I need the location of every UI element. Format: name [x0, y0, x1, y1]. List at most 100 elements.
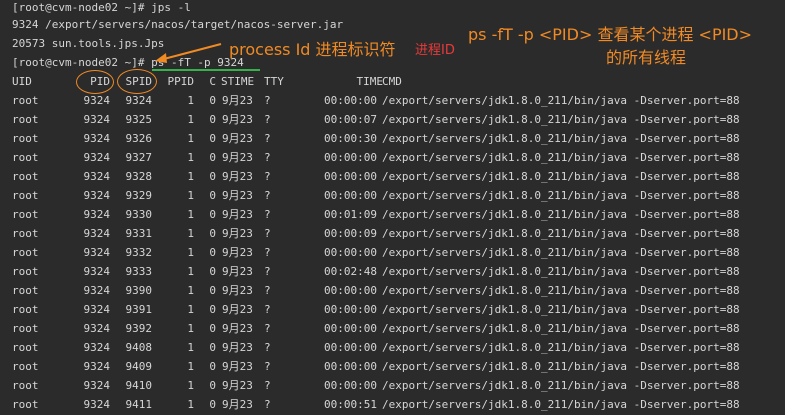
- cell-uid: root: [12, 227, 39, 240]
- cell-time: 00:00:00: [324, 94, 377, 107]
- cell-time: 00:00:30: [324, 132, 377, 145]
- cell-c: 0: [209, 208, 216, 221]
- table-row: root 9324 9333 1 0 9月23? 00:02:48/export/serve…: [0, 262, 785, 281]
- cell-spid: 9390: [125, 284, 153, 297]
- cell-stime: 9月23: [222, 113, 253, 126]
- cell-tty: ?: [264, 360, 271, 373]
- command-note-annotation: ps -fT -p <PID> 查看某个进程 <PID>: [468, 25, 753, 44]
- cell-uid: root: [12, 132, 39, 145]
- cell-pid: 9324: [83, 398, 111, 411]
- cell-c: 0: [209, 379, 216, 392]
- cell-spid: 9408: [125, 341, 153, 354]
- cell-uid: root: [12, 170, 39, 183]
- cell-cmd: /export/servers/jdk1.8.0_211/bin/java -D…: [382, 170, 740, 183]
- cell-stime: 9月23: [222, 398, 253, 411]
- cell-uid: root: [12, 303, 39, 316]
- table-row: root 9324 9331 1 0 9月23? 00:00:09/export/serve…: [0, 224, 785, 243]
- table-row: root 9324 9330 1 0 9月23? 00:01:09/export/serve…: [0, 205, 785, 224]
- process-id-cn-annotation: 进程ID: [415, 43, 455, 58]
- cell-ppid: 1: [187, 94, 194, 107]
- cell-stime: 9月23: [222, 227, 253, 240]
- cell-tty: ?: [264, 284, 271, 297]
- cell-tty: ?: [264, 151, 271, 164]
- cell-ppid: 1: [187, 151, 194, 164]
- cell-cmd: /export/servers/jdk1.8.0_211/bin/java -D…: [382, 246, 740, 259]
- cell-ppid: 1: [187, 303, 194, 316]
- cell-uid: root: [12, 360, 39, 373]
- table-row: root 9324 9409 1 0 9月23? 00:00:00/export/serve…: [0, 357, 785, 376]
- cell-spid: 9325: [125, 113, 153, 126]
- cell-c: 0: [209, 398, 216, 411]
- table-row: root 9324 9411 1 0 9月23? 00:00:51/export/serve…: [0, 395, 785, 414]
- cell-tty: ?: [264, 94, 271, 107]
- cell-ppid: 1: [187, 208, 194, 221]
- cell-pid: 9324: [83, 113, 111, 126]
- cell-ppid: 1: [187, 322, 194, 335]
- cell-tty: ?: [264, 189, 271, 202]
- cell-stime: 9月23: [222, 94, 253, 107]
- table-row: root 9324 9392 1 0 9月23? 00:00:00/export/serve…: [0, 319, 785, 338]
- cell-stime: 9月23: [222, 170, 253, 183]
- cell-spid: 9410: [125, 379, 153, 392]
- cell-pid: 9324: [83, 151, 111, 164]
- cell-time: 00:00:00: [324, 170, 377, 183]
- cell-cmd: /export/servers/jdk1.8.0_211/bin/java -D…: [382, 94, 740, 107]
- cell-ppid: 1: [187, 265, 194, 278]
- cell-c: 0: [209, 360, 216, 373]
- table-row: root 9324 9325 1 0 9月23? 00:00:07/export/serve…: [0, 110, 785, 129]
- command-note-annotation-line2: 的所有线程: [606, 48, 687, 67]
- cell-spid: 9411: [125, 398, 153, 411]
- cell-ppid: 1: [187, 132, 194, 145]
- cell-uid: root: [12, 284, 39, 297]
- cell-cmd: /export/servers/jdk1.8.0_211/bin/java -D…: [382, 284, 740, 297]
- cell-spid: 9333: [125, 265, 153, 278]
- cell-cmd: /export/servers/jdk1.8.0_211/bin/java -D…: [382, 360, 740, 373]
- cell-tty: ?: [264, 132, 271, 145]
- cell-stime: 9月23: [222, 246, 253, 259]
- cell-ppid: 1: [187, 227, 194, 240]
- cell-time: 00:00:09: [324, 227, 377, 240]
- cell-tty: ?: [264, 322, 271, 335]
- cell-cmd: /export/servers/jdk1.8.0_211/bin/java -D…: [382, 341, 740, 354]
- cell-uid: root: [12, 151, 39, 164]
- table-row: root 9324 9390 1 0 9月23? 00:00:00/export/serve…: [0, 281, 785, 300]
- cell-pid: 9324: [83, 360, 111, 373]
- cell-stime: 9月23: [222, 189, 253, 202]
- cell-time: 00:00:00: [324, 379, 377, 392]
- table-row: root 9324 9326 1 0 9月23? 00:00:30/export/serve…: [0, 129, 785, 148]
- cell-c: 0: [209, 322, 216, 335]
- cell-ppid: 1: [187, 113, 194, 126]
- cell-pid: 9324: [83, 94, 111, 107]
- cell-stime: 9月23: [222, 132, 253, 145]
- cell-time: 00:00:00: [324, 360, 377, 373]
- cell-spid: 9409: [125, 360, 153, 373]
- cell-pid: 9324: [83, 284, 111, 297]
- table-row: root 9324 9329 1 0 9月23? 00:00:00/export/serve…: [0, 186, 785, 205]
- cell-tty: ?: [264, 265, 271, 278]
- cell-uid: root: [12, 246, 39, 259]
- cell-spid: 9330: [125, 208, 153, 221]
- cell-time: 00:00:00: [324, 151, 377, 164]
- cell-stime: 9月23: [222, 151, 253, 164]
- cell-uid: root: [12, 208, 39, 221]
- cell-cmd: /export/servers/jdk1.8.0_211/bin/java -D…: [382, 265, 740, 278]
- cell-ppid: 1: [187, 189, 194, 202]
- cell-spid: 9326: [125, 132, 153, 145]
- table-row: root 9324 9332 1 0 9月23? 00:00:00/export/serve…: [0, 243, 785, 262]
- cell-cmd: /export/servers/jdk1.8.0_211/bin/java -D…: [382, 303, 740, 316]
- cell-time: 00:00:00: [324, 189, 377, 202]
- terminal-window[interactable]: [root@cvm-node02 ~]# jps -l 9324 /export…: [0, 0, 785, 415]
- cell-tty: ?: [264, 170, 271, 183]
- cell-time: 00:00:51: [324, 398, 377, 411]
- cell-cmd: /export/servers/jdk1.8.0_211/bin/java -D…: [382, 379, 740, 392]
- cell-ppid: 1: [187, 379, 194, 392]
- cell-tty: ?: [264, 379, 271, 392]
- cell-cmd: /export/servers/jdk1.8.0_211/bin/java -D…: [382, 208, 740, 221]
- cell-tty: ?: [264, 208, 271, 221]
- cell-time: 00:00:00: [324, 246, 377, 259]
- cell-cmd: /export/servers/jdk1.8.0_211/bin/java -D…: [382, 189, 740, 202]
- cell-uid: root: [12, 94, 39, 107]
- cell-pid: 9324: [83, 246, 111, 259]
- cell-uid: root: [12, 189, 39, 202]
- cell-pid: 9324: [83, 341, 111, 354]
